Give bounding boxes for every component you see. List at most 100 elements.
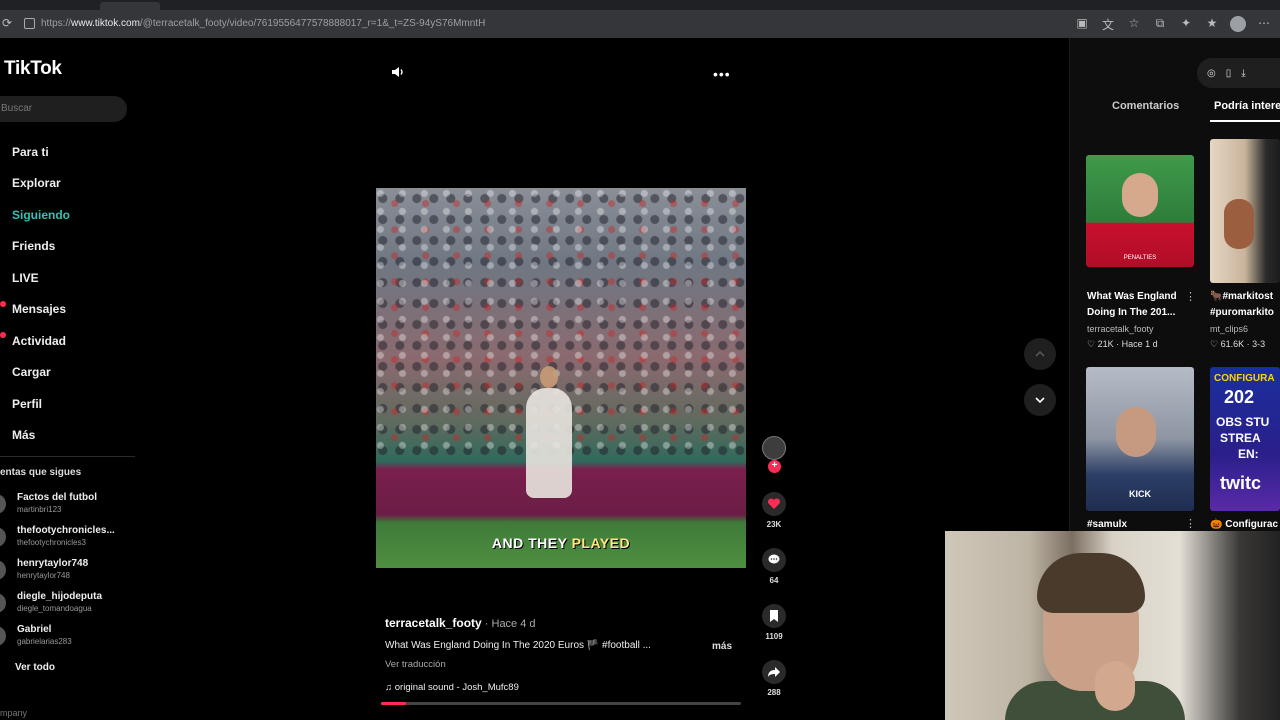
url-prefix: https://	[41, 18, 72, 29]
video-caption: AND THEY PLAYED	[376, 535, 746, 551]
bookmark-icon	[762, 604, 786, 628]
sidebar-item-mas[interactable]: Más	[12, 420, 70, 452]
address-bar[interactable]: ⟳ https://www.tiktok.com/@terracetalk_fo…	[0, 10, 1280, 38]
title-line: Doing In The 201...	[1087, 307, 1176, 318]
compass-icon[interactable]: ◎	[1207, 68, 1216, 79]
avatar	[0, 560, 6, 580]
tab-comentarios[interactable]: Comentarios	[1112, 100, 1179, 112]
sidebar-item-actividad[interactable]: Actividad	[0, 325, 70, 357]
search-placeholder: Buscar	[1, 103, 33, 114]
see-all-link[interactable]: Ver todo	[15, 662, 55, 673]
related-video-thumbnail[interactable]: KICK	[1086, 367, 1194, 511]
description-more-link[interactable]: más	[712, 641, 732, 652]
account-name: henrytaylor748	[17, 558, 89, 569]
related-video-title[interactable]: What Was England Doing In The 201...	[1087, 289, 1185, 321]
browser-tab[interactable]	[100, 2, 160, 10]
active-tab-indicator	[1210, 120, 1280, 122]
webcam-overlay	[945, 531, 1280, 720]
thumbnail-label: CONFIGURA	[1214, 373, 1275, 384]
webcam-person-hair	[1037, 553, 1145, 613]
caption-highlight: PLAYED	[571, 535, 631, 551]
screenshot-icon[interactable]: ▣	[1074, 16, 1090, 33]
video-author[interactable]: terracetalk_footy · Hace 4 d	[385, 616, 536, 630]
like-count: 23K	[766, 520, 782, 529]
account-name: Factos del futbol	[17, 492, 97, 503]
browser-tabstrip	[0, 0, 1280, 10]
save-button[interactable]: 1109	[758, 604, 790, 641]
share-count: 288	[767, 688, 781, 697]
tiktok-logo[interactable]: TikTok	[4, 58, 62, 80]
related-video-thumbnail[interactable]: PENALTIES	[1086, 155, 1194, 267]
notification-dot	[0, 300, 6, 307]
sidebar-item-live[interactable]: LIVE	[12, 262, 70, 294]
post-age: · Hace 4 d	[481, 618, 536, 630]
favorites-icon[interactable]: ★	[1204, 16, 1220, 33]
menu-icon[interactable]: ⋯	[1256, 16, 1272, 33]
sidebar-item-siguiendo[interactable]: Siguiendo	[12, 199, 70, 231]
url-text[interactable]: https://www.tiktok.com/@terracetalk_foot…	[41, 18, 485, 29]
video-menu-icon[interactable]: ⋮	[1185, 290, 1196, 303]
see-translation-link[interactable]: Ver traducción	[385, 659, 446, 670]
tab-podria-interesarte[interactable]: Podría intere	[1214, 100, 1280, 112]
volume-icon[interactable]	[390, 64, 406, 80]
thumbnail-label: STREA	[1220, 431, 1261, 445]
extensions-icon[interactable]: ⧉	[1152, 16, 1168, 33]
share-button[interactable]: 288	[758, 660, 790, 697]
related-video-thumbnail[interactable]: CONFIGURA 202 OBS STU STREA EN: twitc	[1210, 367, 1280, 511]
url-host: www.tiktok.com	[71, 18, 140, 29]
thumbnail-label: OBS STU	[1216, 415, 1270, 429]
more-options-icon[interactable]: •••	[713, 66, 731, 82]
previous-video-button[interactable]	[1024, 338, 1056, 370]
sidebar-item-friends[interactable]: Friends	[12, 231, 70, 263]
sidebar-item-perfil[interactable]: Perfil	[12, 388, 70, 420]
search-input[interactable]: Buscar	[0, 96, 127, 122]
related-video-author[interactable]: terracetalk_footy	[1087, 324, 1154, 334]
account-handle: diegle_tomandoagua	[17, 604, 92, 613]
comment-count: 64	[769, 576, 779, 585]
sidebar-item-label: Mensajes	[12, 302, 67, 317]
sidebar-item-cargar[interactable]: Cargar	[12, 357, 70, 389]
video-progress-bar[interactable]	[381, 702, 741, 705]
site-info-icon[interactable]	[24, 18, 35, 29]
thumbnail-face	[1116, 407, 1156, 457]
following-accounts-title: entas que sigues	[0, 467, 82, 478]
progress-fill	[381, 702, 407, 705]
follow-plus-button[interactable]: +	[768, 460, 781, 473]
caption-text: AND THEY	[491, 535, 572, 551]
video-player[interactable]: AND THEY PLAYED	[376, 188, 746, 568]
sidebar-item-para-ti[interactable]: Para ti	[12, 136, 70, 168]
related-video-author[interactable]: mt_clips6	[1210, 324, 1248, 334]
video-menu-icon[interactable]: ⋮	[1185, 517, 1196, 530]
next-video-button[interactable]	[1024, 384, 1056, 416]
bookmark-star-icon[interactable]: ☆	[1126, 16, 1142, 33]
sidebar-nav: Para ti Explorar Siguiendo Friends LIVE …	[0, 136, 70, 452]
sidebar-item-label: Actividad	[12, 333, 67, 348]
sound-link[interactable]: ♫ original sound - Josh_Mufc89	[385, 682, 519, 693]
thumbnail-label: 202	[1224, 387, 1255, 407]
avatar	[0, 527, 6, 547]
puzzle-icon[interactable]: ✦	[1178, 16, 1194, 33]
thumbnail-label: EN:	[1238, 447, 1259, 461]
like-button[interactable]: 23K	[758, 492, 790, 529]
comment-button[interactable]: 64	[758, 548, 790, 585]
thumbnail-label: twitc	[1220, 473, 1262, 493]
profile-avatar-icon[interactable]	[1230, 16, 1246, 32]
notification-dot	[0, 332, 6, 338]
sidebar-item-explorar[interactable]: Explorar	[12, 168, 70, 200]
related-video-thumbnail[interactable]	[1210, 139, 1280, 283]
download-icon[interactable]: ⤓	[1241, 68, 1245, 79]
save-count: 1109	[765, 632, 783, 641]
creator-avatar[interactable]	[762, 436, 786, 460]
translate-icon[interactable]: 文	[1100, 16, 1116, 33]
reload-icon[interactable]: ⟳	[2, 16, 12, 30]
sidebar-item-mensajes[interactable]: Mensajes	[0, 294, 70, 326]
footer-company-link[interactable]: mpany	[0, 708, 27, 718]
video-frame-player	[526, 366, 572, 498]
url-path: /@terracetalk_footy/video/76195564775788…	[139, 18, 486, 29]
title-line: #puromarkito	[1210, 307, 1274, 318]
related-video-stats: ♡ 21K · Hace 1 d	[1087, 339, 1158, 349]
heart-icon	[762, 492, 786, 516]
phone-icon[interactable]: ▯	[1226, 68, 1232, 79]
avatar	[0, 593, 6, 613]
related-video-title[interactable]: 🐂#markitost #puromarkito	[1210, 289, 1280, 321]
